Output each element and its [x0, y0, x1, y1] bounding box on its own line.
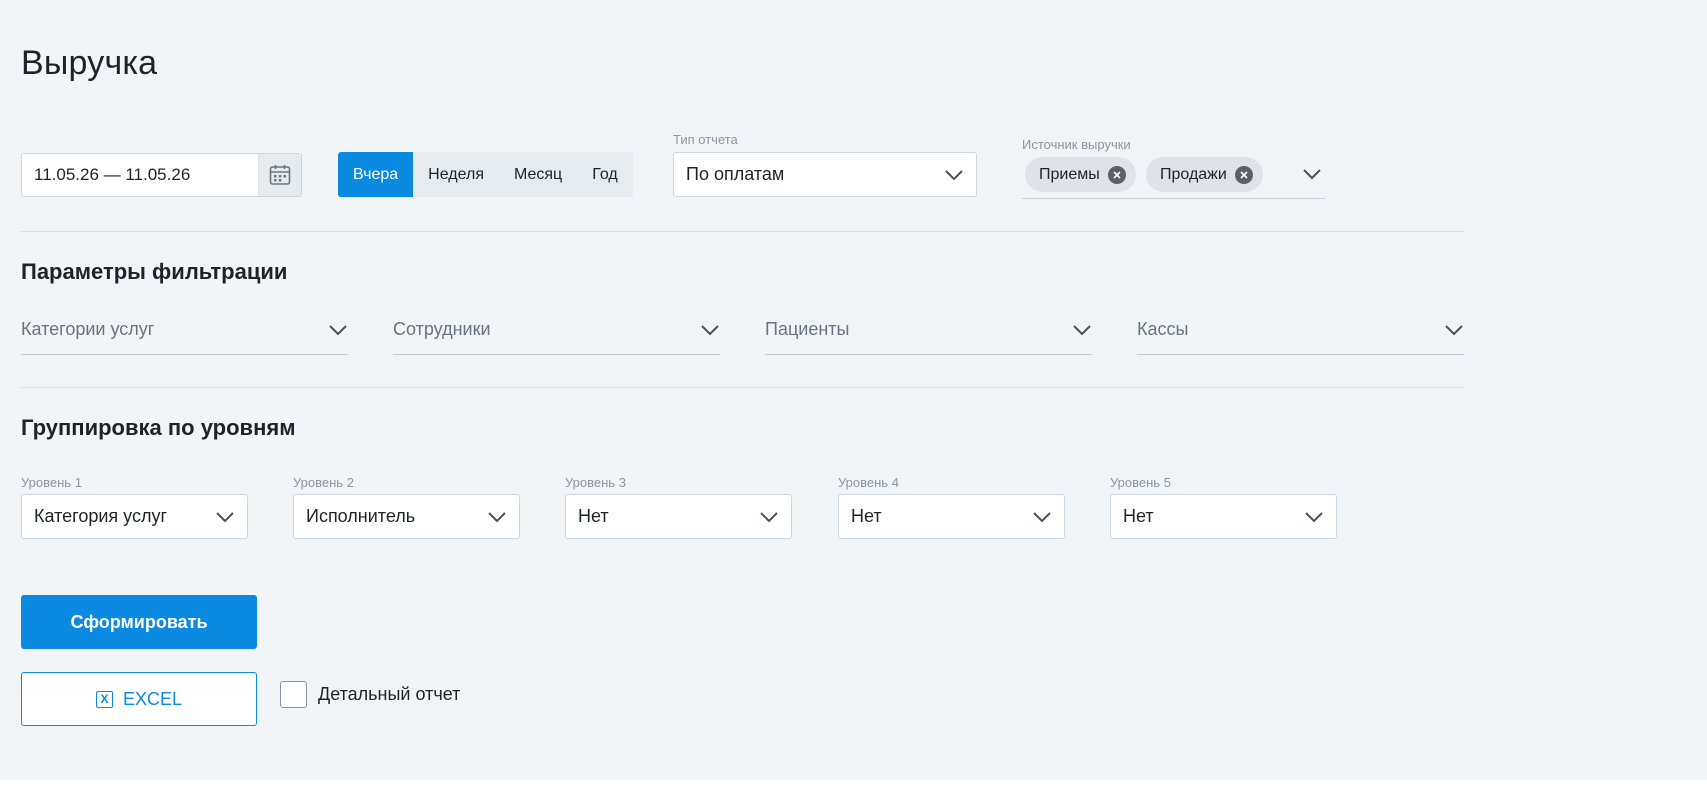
excel-button-label: EXCEL	[122, 688, 183, 709]
filter-placeholder: Сотрудники	[393, 319, 491, 339]
chevron-down-icon[interactable]	[1302, 168, 1322, 180]
chevron-down-icon	[1073, 324, 1091, 335]
level-4-label: Уровень 4	[838, 475, 899, 490]
excel-icon: X	[95, 690, 113, 708]
report-type-select[interactable]: По оплатам	[673, 152, 977, 197]
period-month[interactable]: Месяц	[499, 152, 577, 197]
level-2-label: Уровень 2	[293, 475, 354, 490]
chevron-down-icon	[701, 324, 719, 335]
revenue-source-select[interactable]: Приемы Продажи	[1022, 152, 1325, 199]
chevron-down-icon	[329, 324, 347, 335]
chevron-down-icon	[1445, 324, 1463, 335]
level-3-label: Уровень 3	[565, 475, 626, 490]
chevron-down-icon	[216, 511, 234, 522]
page-title: Выручка	[21, 44, 158, 82]
level-2-select[interactable]: Исполнитель	[293, 494, 520, 539]
filters-title: Параметры фильтрации	[21, 259, 288, 284]
filter-cash-registers[interactable]: Кассы	[1137, 305, 1464, 355]
detailed-report-label[interactable]: Детальный отчет	[318, 684, 460, 705]
level-4-value: Нет	[851, 506, 882, 526]
filter-employees[interactable]: Сотрудники	[393, 305, 720, 355]
level-2-value: Исполнитель	[306, 506, 416, 526]
period-toggle: Вчера Неделя Месяц Год	[338, 152, 633, 197]
page-background: Выручка 11.05.26 — 11.05.26 Вчера Неделя…	[0, 0, 1707, 780]
report-type-label: Тип отчета	[673, 132, 738, 147]
level-5-label: Уровень 5	[1110, 475, 1171, 490]
grouping-title: Группировка по уровням	[21, 415, 296, 440]
level-1-select[interactable]: Категория услуг	[21, 494, 248, 539]
date-range-value[interactable]: 11.05.26 — 11.05.26	[22, 154, 258, 196]
filter-service-categories[interactable]: Категории услуг	[21, 305, 348, 355]
chevron-down-icon	[1033, 511, 1051, 522]
calendar-button[interactable]	[258, 154, 301, 196]
chevron-down-icon	[1305, 511, 1323, 522]
chevron-down-icon	[760, 511, 778, 522]
chevron-down-icon	[945, 169, 963, 180]
close-circle-icon[interactable]	[1107, 165, 1126, 184]
filter-placeholder: Категории услуг	[21, 319, 155, 339]
level-4-select[interactable]: Нет	[838, 494, 1065, 539]
chip-label: Приемы	[1039, 165, 1100, 183]
level-5-value: Нет	[1123, 506, 1154, 526]
level-1-label: Уровень 1	[21, 475, 82, 490]
period-year[interactable]: Год	[577, 152, 632, 197]
chevron-down-icon	[488, 511, 506, 522]
filter-patients[interactable]: Пациенты	[765, 305, 1092, 355]
generate-button[interactable]: Сформировать	[21, 595, 257, 649]
excel-button[interactable]: X EXCEL	[21, 672, 257, 726]
level-1-value: Категория услуг	[34, 506, 168, 526]
calendar-icon	[269, 165, 291, 185]
revenue-source-label: Источник выручки	[1022, 137, 1131, 152]
filter-placeholder: Пациенты	[765, 319, 850, 339]
chip-label: Продажи	[1160, 165, 1227, 183]
chip-sales: Продажи	[1146, 157, 1263, 192]
level-3-value: Нет	[578, 506, 609, 526]
chip-appointments: Приемы	[1025, 157, 1136, 192]
filter-placeholder: Кассы	[1137, 319, 1189, 339]
close-circle-icon[interactable]	[1234, 165, 1253, 184]
report-type-value: По оплатам	[686, 164, 785, 184]
divider	[21, 387, 1464, 388]
period-week[interactable]: Неделя	[413, 152, 499, 197]
period-yesterday[interactable]: Вчера	[338, 152, 414, 197]
level-5-select[interactable]: Нет	[1110, 494, 1337, 539]
divider	[21, 231, 1464, 232]
level-3-select[interactable]: Нет	[565, 494, 792, 539]
date-range-picker[interactable]: 11.05.26 — 11.05.26	[21, 153, 302, 197]
detailed-report-checkbox[interactable]	[280, 681, 307, 708]
